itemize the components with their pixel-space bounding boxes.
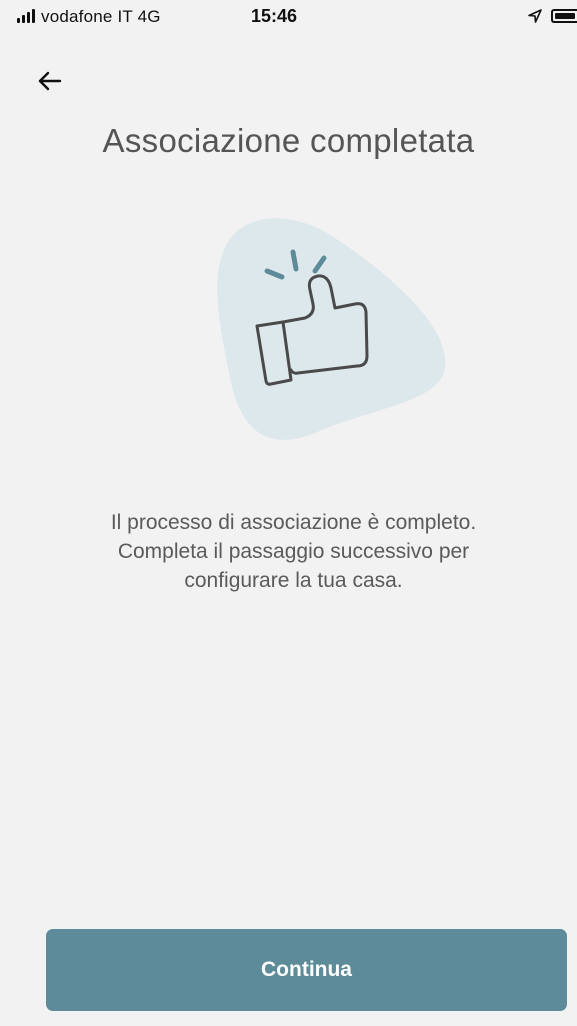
back-button[interactable] xyxy=(36,64,76,96)
signal-icon xyxy=(17,9,37,23)
carrier-label: vodafone IT 4G xyxy=(41,7,161,26)
page-title: Associazione completata xyxy=(102,122,475,159)
illustration-blob xyxy=(217,218,446,440)
description-text: Il processo di associazione è completo. … xyxy=(40,508,547,595)
location-icon xyxy=(528,9,542,23)
battery-icon xyxy=(551,9,577,23)
screen: vodafone IT 4G 15:46 Associazione comple… xyxy=(0,0,577,1026)
status-time: 15:46 xyxy=(251,6,298,26)
continue-button-label: Continua xyxy=(261,958,352,981)
description-line: configurare la tua casa. xyxy=(184,569,403,592)
status-bar: vodafone IT 4G 15:46 xyxy=(0,0,577,34)
thumbs-up-illustration xyxy=(217,218,446,440)
arrow-left-icon xyxy=(38,71,62,91)
description-line: Completa il passaggio successivo per xyxy=(117,540,470,563)
continue-button[interactable]: Continua xyxy=(46,929,567,1011)
description-line: Il processo di associazione è completo. xyxy=(110,511,477,534)
